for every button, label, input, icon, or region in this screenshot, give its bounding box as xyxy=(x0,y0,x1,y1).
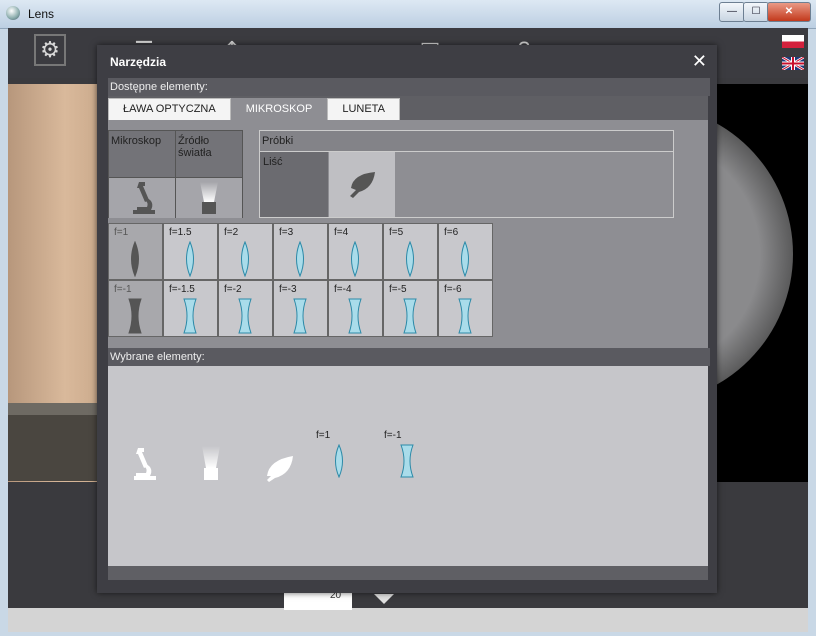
concave-lens-icon xyxy=(293,298,307,334)
concave-lens-icon xyxy=(403,298,417,334)
selected-leaf[interactable] xyxy=(263,446,295,485)
lens-focal-label: f=4 xyxy=(334,227,349,238)
convex-lens-icon xyxy=(461,241,469,277)
category-light-source[interactable]: Źródło światła xyxy=(175,130,243,218)
close-icon[interactable]: ✕ xyxy=(692,51,707,71)
lens-focal-label: f=-3 xyxy=(279,284,297,295)
lens-item-positive[interactable]: f=6 xyxy=(438,223,493,280)
window-title: Lens xyxy=(28,7,55,21)
lens-focal-label: f=-1 xyxy=(114,284,132,295)
status-strip xyxy=(8,608,808,632)
samples-panel: Próbki Liść xyxy=(259,130,674,218)
flag-english-icon[interactable] xyxy=(782,57,804,70)
close-window-button[interactable]: ✕ xyxy=(767,2,811,22)
lens-item-negative[interactable]: f=-1 xyxy=(108,280,163,337)
concave-lens-icon xyxy=(183,298,197,334)
convex-lens-icon xyxy=(351,241,359,277)
window-titlebar: Lens — ☐ ✕ xyxy=(0,0,816,29)
lens-item-negative[interactable]: f=-1.5 xyxy=(163,280,218,337)
selected-lens-positive[interactable]: f=1 xyxy=(316,430,346,482)
microscope-icon xyxy=(134,448,156,480)
lens-focal-label: f=-6 xyxy=(444,284,462,295)
lens-item-negative[interactable]: f=-5 xyxy=(383,280,438,337)
lens-focal-label: f=1 xyxy=(114,227,129,238)
available-elements-label: Dostępne elementy: xyxy=(108,78,710,96)
category-label: Mikroskop xyxy=(111,135,162,147)
light-source-icon xyxy=(202,446,220,480)
lens-focal-label: f=6 xyxy=(444,227,459,238)
lens-item-negative[interactable]: f=-3 xyxy=(273,280,328,337)
lens-item-positive[interactable]: f=4 xyxy=(328,223,383,280)
lens-focal-label: f=2 xyxy=(224,227,239,238)
available-elements-area: Mikroskop Źródło światła Próbki Liść f=1… xyxy=(108,120,708,348)
lens-item-negative[interactable]: f=-2 xyxy=(218,280,273,337)
lens-item-negative[interactable]: f=-6 xyxy=(438,280,493,337)
convex-lens-icon xyxy=(186,241,194,277)
leaf-icon xyxy=(350,172,375,198)
lens-item-positive[interactable]: f=5 xyxy=(383,223,438,280)
dialog-title: Narzędzia xyxy=(110,55,167,69)
concave-lens-icon xyxy=(400,444,414,478)
tab-telescope[interactable]: LUNETA xyxy=(327,98,400,121)
bench-top xyxy=(8,403,103,415)
sample-leaf-label: Liść xyxy=(260,152,328,217)
convex-lens-icon xyxy=(296,241,304,277)
concave-lens-icon xyxy=(348,298,362,334)
minimize-button[interactable]: — xyxy=(719,2,745,22)
selected-elements-area: f=1 f=-1 xyxy=(108,366,708,566)
samples-header: Próbki xyxy=(260,131,673,152)
tools-dialog: Narzędzia ✕ Dostępne elementy: ŁAWA OPTY… xyxy=(97,45,717,593)
microscope-icon xyxy=(133,182,155,214)
expand-arrow-icon[interactable] xyxy=(374,594,394,604)
concave-lens-icon xyxy=(128,298,142,334)
maximize-button[interactable]: ☐ xyxy=(743,2,769,22)
selected-elements-label: Wybrane elementy: xyxy=(108,348,710,366)
selected-microscope[interactable] xyxy=(132,446,158,485)
sample-leaf[interactable] xyxy=(329,152,395,217)
lens-item-positive[interactable]: f=3 xyxy=(273,223,328,280)
dialog-panel: Dostępne elementy: ŁAWA OPTYCZNA MIKROSK… xyxy=(108,78,710,580)
lens-focal-label: f=3 xyxy=(279,227,294,238)
convex-lens-icon xyxy=(241,241,249,277)
gear-icon[interactable]: ⚙ xyxy=(34,34,66,66)
tab-microscope[interactable]: MIKROSKOP xyxy=(230,98,328,121)
optical-bench xyxy=(8,415,103,481)
selected-light-source[interactable] xyxy=(200,444,222,485)
lens-item-positive[interactable]: f=2 xyxy=(218,223,273,280)
tab-bar: ŁAWA OPTYCZNA MIKROSKOP LUNETA xyxy=(108,98,400,121)
app-icon xyxy=(6,6,20,20)
category-label: Źródło światła xyxy=(178,135,212,159)
lens-focal-label: f=-1.5 xyxy=(169,284,195,295)
convex-lens-icon xyxy=(335,444,343,478)
leaf-icon xyxy=(267,456,293,482)
tab-optical-bench[interactable]: ŁAWA OPTYCZNA xyxy=(108,98,231,121)
lens-focal-label: f=-2 xyxy=(224,284,242,295)
lens-focal-label: f=-5 xyxy=(389,284,407,295)
category-microscope[interactable]: Mikroskop xyxy=(108,130,176,218)
lens-focal-label: f=1 xyxy=(316,430,331,441)
lens-grid: f=1 f=1.5 f=2 f=3 f=4 f=5 f=6 f=-1 f=-1.5 f=-2 f=-… xyxy=(108,223,493,337)
convex-lens-icon xyxy=(131,241,139,277)
light-source-icon xyxy=(200,182,218,214)
eyepiece-view xyxy=(713,84,808,482)
lens-focal-label: f=-1 xyxy=(384,430,402,441)
convex-lens-icon xyxy=(406,241,414,277)
concave-lens-icon xyxy=(458,298,472,334)
lens-item-negative[interactable]: f=-4 xyxy=(328,280,383,337)
lens-item-positive[interactable]: f=1.5 xyxy=(163,223,218,280)
lens-focal-label: f=-4 xyxy=(334,284,352,295)
concave-lens-icon xyxy=(238,298,252,334)
flag-polish-icon[interactable] xyxy=(782,35,804,48)
zoom-slider[interactable] xyxy=(284,590,352,610)
lens-item-positive[interactable]: f=1 xyxy=(108,223,163,280)
lens-focal-label: f=5 xyxy=(389,227,404,238)
lens-focal-label: f=1.5 xyxy=(169,227,192,238)
selected-lens-negative[interactable]: f=-1 xyxy=(384,430,418,482)
